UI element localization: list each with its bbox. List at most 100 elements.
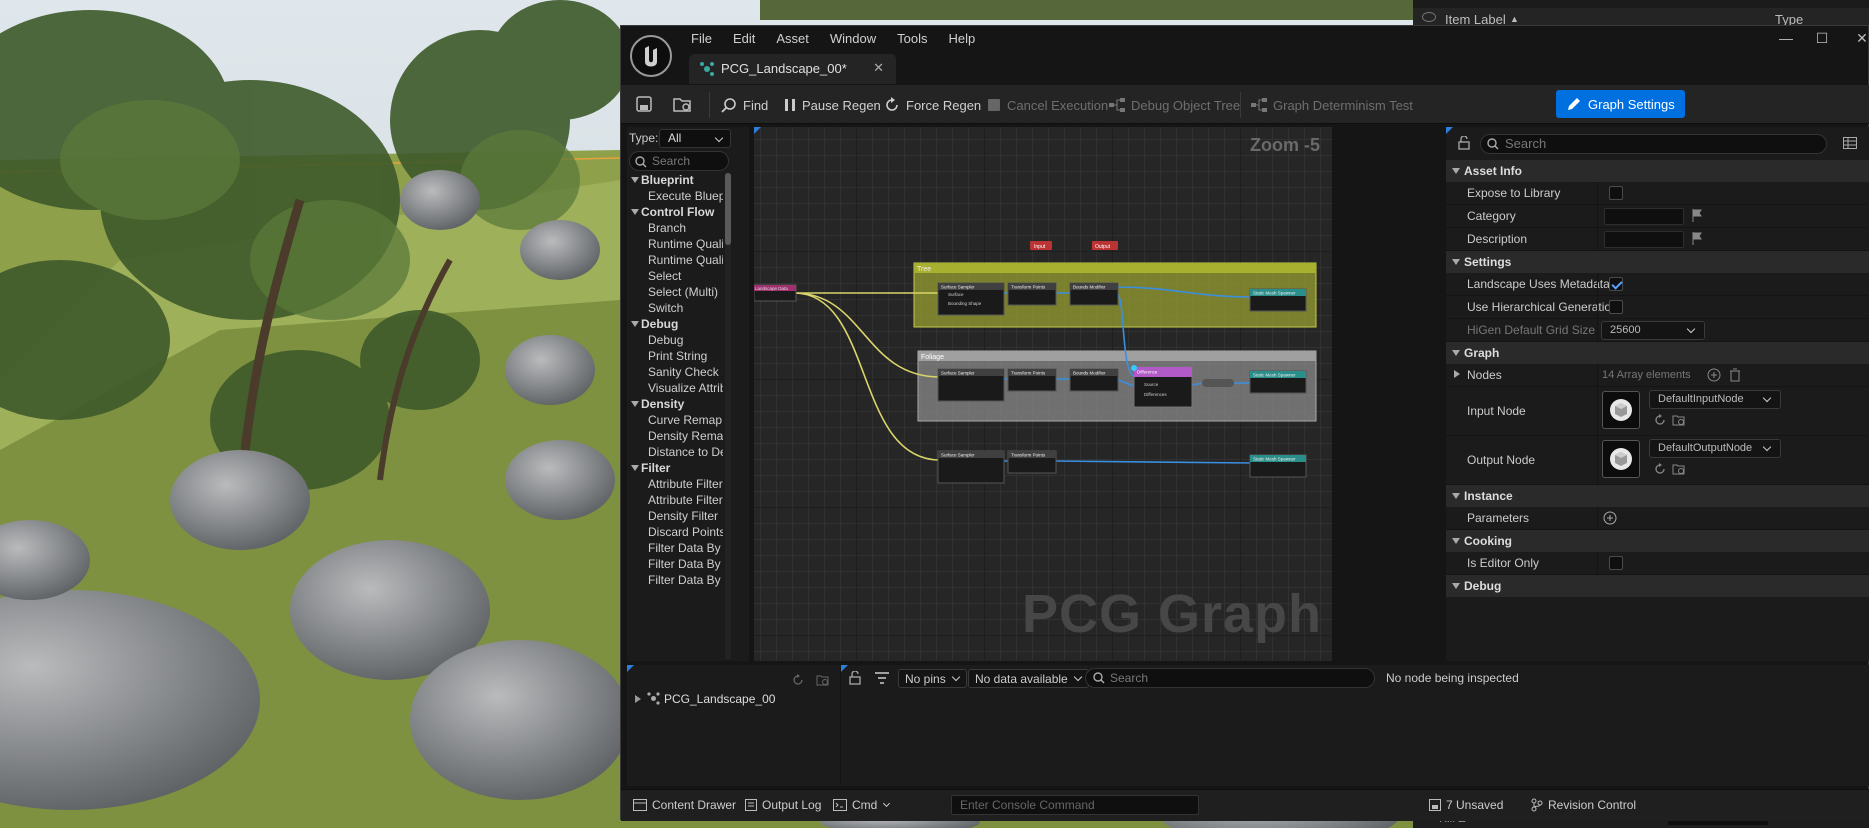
unreal-logo-icon[interactable]: [630, 35, 672, 77]
input-badge-label: Input: [1034, 244, 1046, 250]
category-input[interactable]: [1604, 208, 1684, 225]
palette-item[interactable]: Debug: [627, 333, 723, 349]
inspector-search-input[interactable]: Search: [1085, 668, 1375, 688]
palette-item[interactable]: Select: [627, 269, 723, 285]
table-view-icon[interactable]: [1843, 137, 1857, 149]
palette-item[interactable]: Runtime Qualit: [627, 237, 723, 253]
palette-item[interactable]: Density Remap: [627, 429, 723, 445]
trash-icon[interactable]: [1729, 368, 1741, 382]
menu-tools[interactable]: Tools: [897, 31, 927, 53]
browse-icon[interactable]: [1672, 413, 1686, 427]
section-settings[interactable]: Settings: [1446, 251, 1869, 273]
section-debug-cut-off[interactable]: Debug: [1446, 575, 1869, 597]
pins-dropdown[interactable]: No pins: [898, 669, 967, 688]
category-control-flow[interactable]: Control Flow: [627, 205, 723, 221]
palette-item[interactable]: Branch: [627, 221, 723, 237]
palette-item[interactable]: Execute Bluepr: [627, 189, 723, 205]
use-hierarchical-generation-checkbox[interactable]: [1609, 300, 1623, 314]
palette-item[interactable]: Curve Remap D: [627, 413, 723, 429]
debug-object-tree-button[interactable]: Debug Object Tree: [1109, 94, 1240, 116]
use-selected-icon[interactable]: [1654, 463, 1666, 475]
palette-item[interactable]: Attribute Filter: [627, 493, 723, 509]
close-tab-icon[interactable]: ✕: [873, 60, 884, 76]
menu-help[interactable]: Help: [948, 31, 975, 53]
palette-scrollbar-thumb[interactable]: [725, 173, 731, 245]
flag-icon[interactable]: [1692, 209, 1702, 222]
cancel-execution-button[interactable]: Cancel Execution: [987, 94, 1108, 116]
details-search-input[interactable]: Search: [1480, 134, 1827, 154]
eye-icon[interactable]: [1422, 12, 1436, 22]
back-icon[interactable]: [791, 673, 805, 687]
use-selected-icon[interactable]: [1654, 414, 1666, 426]
filter-icon[interactable]: [875, 672, 889, 684]
category-filter[interactable]: Filter: [627, 461, 723, 477]
palette-item[interactable]: Print String: [627, 349, 723, 365]
section-instance[interactable]: Instance: [1446, 485, 1869, 507]
lock-icon[interactable]: [1458, 136, 1470, 150]
lock-icon[interactable]: [849, 671, 861, 685]
revision-control-button[interactable]: Revision Control: [1531, 798, 1636, 812]
unsaved-button[interactable]: 7 Unsaved: [1429, 798, 1503, 812]
palette-item[interactable]: Select (Multi): [627, 285, 723, 301]
add-parameter-icon[interactable]: [1603, 511, 1617, 525]
palette-search-input[interactable]: Search: [629, 151, 729, 171]
palette-item[interactable]: Filter Data By I: [627, 557, 723, 573]
expand-arrow-icon[interactable]: [635, 695, 641, 703]
output-log-button[interactable]: Output Log: [745, 798, 821, 812]
category-debug[interactable]: Debug: [627, 317, 723, 333]
palette-scrollbar[interactable]: [725, 173, 731, 659]
palette-item[interactable]: Visualize Attrib: [627, 381, 723, 397]
input-node-thumbnail[interactable]: [1602, 391, 1640, 429]
landscape-uses-metadata-checkbox[interactable]: [1609, 277, 1623, 291]
browse-icon[interactable]: [1672, 462, 1686, 476]
menu-file[interactable]: File: [691, 31, 712, 53]
graph-determinism-test-button[interactable]: Graph Determinism Test: [1251, 94, 1413, 116]
output-node-thumbnail[interactable]: [1602, 440, 1640, 478]
palette-item[interactable]: Switch: [627, 301, 723, 317]
graph-settings-button[interactable]: Graph Settings: [1556, 90, 1685, 118]
find-button[interactable]: Find: [721, 94, 768, 116]
palette-item[interactable]: Attribute Filter: [627, 477, 723, 493]
add-element-icon[interactable]: [1707, 368, 1721, 382]
pause-regen-button[interactable]: Pause Regen: [784, 94, 881, 116]
is-editor-only-checkbox[interactable]: [1609, 556, 1623, 570]
force-regen-button[interactable]: Force Regen: [884, 94, 981, 116]
palette-item[interactable]: Density Filter: [627, 509, 723, 525]
category-blueprint[interactable]: Blueprint: [627, 173, 723, 189]
browse-asset-icon[interactable]: [673, 96, 691, 112]
graph-canvas[interactable]: Tree Foliage Input Output Landscape Data…: [754, 127, 1332, 661]
input-node-dropdown[interactable]: DefaultInputNode: [1649, 390, 1781, 409]
type-filter-dropdown[interactable]: All: [659, 129, 731, 148]
data-dropdown[interactable]: No data available: [968, 669, 1089, 688]
expand-arrow-icon[interactable]: [1454, 370, 1460, 378]
menu-window[interactable]: Window: [830, 31, 876, 53]
maximize-button[interactable]: ☐: [1811, 30, 1833, 50]
outliner-item[interactable]: PCG_Landscape_00: [664, 692, 775, 706]
output-node-dropdown[interactable]: DefaultOutputNode: [1649, 439, 1781, 458]
tab-pcg-landscape[interactable]: PCG_Landscape_00* ✕: [689, 54, 896, 84]
menu-edit[interactable]: Edit: [733, 31, 755, 53]
minimize-button[interactable]: —: [1775, 30, 1797, 50]
flag-icon[interactable]: [1692, 232, 1702, 245]
palette-item[interactable]: Runtime Qualit: [627, 253, 723, 269]
console-command-input[interactable]: Enter Console Command: [951, 795, 1199, 815]
cmd-dropdown[interactable]: Cmd: [833, 798, 891, 812]
close-window-button[interactable]: ✕: [1851, 30, 1869, 50]
content-drawer-button[interactable]: Content Drawer: [633, 798, 736, 812]
section-cooking[interactable]: Cooking: [1446, 530, 1869, 552]
higen-grid-size-dropdown[interactable]: 25600: [1601, 321, 1705, 340]
palette-item[interactable]: Discard Points: [627, 525, 723, 541]
expose-to-library-checkbox[interactable]: [1609, 186, 1623, 200]
save-icon[interactable]: [636, 96, 652, 112]
section-asset-info[interactable]: Asset Info: [1446, 160, 1869, 182]
palette-item[interactable]: Filter Data By A: [627, 541, 723, 557]
palette-item[interactable]: Filter Data By T: [627, 573, 723, 589]
category-density[interactable]: Density: [627, 397, 723, 413]
section-graph[interactable]: Graph: [1446, 342, 1869, 364]
graph-settings-label: Graph Settings: [1588, 96, 1675, 112]
palette-item[interactable]: Sanity Check P: [627, 365, 723, 381]
description-input[interactable]: [1604, 231, 1684, 248]
palette-item[interactable]: Distance to De: [627, 445, 723, 461]
browse-folder-icon[interactable]: [816, 673, 830, 687]
menu-asset[interactable]: Asset: [776, 31, 809, 53]
